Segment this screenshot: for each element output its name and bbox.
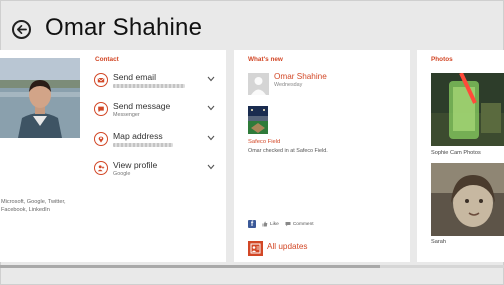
scrollbar-thumb[interactable]: [0, 265, 380, 268]
all-updates-button[interactable]: All updates: [234, 236, 410, 262]
facebook-icon: f: [248, 220, 256, 228]
post-day: Wednesday: [274, 82, 303, 88]
send-email-item[interactable]: Send email: [94, 71, 220, 95]
address-redacted: [113, 143, 173, 147]
map-pin-icon: [94, 132, 108, 146]
view-profile-label: View profile: [113, 160, 158, 170]
chevron-down-icon[interactable]: [207, 164, 215, 170]
send-message-label: Send message: [113, 101, 171, 111]
back-button[interactable]: [12, 20, 31, 39]
post-author-link[interactable]: Omar Shahine: [274, 72, 327, 81]
send-email-label: Send email: [113, 72, 156, 82]
comment-label: Comment: [292, 221, 314, 227]
checkin-text: Omar checked in at Safeco Field.: [248, 148, 328, 154]
photo-album-tile[interactable]: [431, 73, 504, 146]
album-caption: Sarah: [431, 239, 446, 245]
send-message-item[interactable]: Send message Messenger: [94, 100, 220, 124]
view-profile-sub: Google: [113, 171, 131, 177]
horizontal-scrollbar[interactable]: [0, 265, 504, 268]
like-button[interactable]: Like: [262, 221, 279, 227]
whats-new-section-title: What's new: [248, 56, 283, 63]
page-title: Omar Shahine: [45, 14, 203, 41]
album-caption: Sophie Cam Photos: [431, 150, 481, 156]
profile-photo[interactable]: [0, 58, 80, 138]
avatar[interactable]: [248, 73, 269, 95]
post-actions: f Like Comment: [248, 220, 314, 228]
profile-caption: Microsoft, Google, Twitter, Facebook, Li…: [1, 199, 66, 213]
message-icon: [94, 102, 108, 116]
comment-icon: [285, 222, 291, 227]
chevron-down-icon[interactable]: [207, 135, 215, 141]
view-profile-item[interactable]: View profile Google: [94, 159, 220, 183]
checkin-photo[interactable]: [248, 106, 268, 134]
like-label: Like: [270, 221, 279, 227]
photos-panel: Photos Sophie Cam Photos Sarah: [417, 50, 504, 262]
back-arrow-icon: [17, 25, 27, 34]
send-message-sub: Messenger: [113, 112, 140, 118]
map-address-item[interactable]: Map address: [94, 130, 220, 154]
chevron-down-icon[interactable]: [207, 105, 215, 111]
comment-button[interactable]: Comment: [285, 221, 314, 227]
email-address-redacted: [113, 84, 185, 88]
thumbs-up-icon: [262, 221, 268, 227]
mail-icon: [94, 73, 108, 87]
chevron-down-icon[interactable]: [207, 76, 215, 82]
photo-album-tile[interactable]: [431, 163, 504, 236]
updates-icon: [248, 241, 263, 256]
contact-panel: Microsoft, Google, Twitter, Facebook, Li…: [0, 50, 226, 262]
contact-section-title: Contact: [95, 56, 119, 63]
place-link[interactable]: Safeco Field: [248, 139, 280, 145]
whats-new-panel: What's new Omar Shahine Wednesday Safeco…: [234, 50, 410, 237]
all-updates-label: All updates: [267, 242, 308, 251]
map-address-label: Map address: [113, 131, 163, 141]
person-add-icon: [94, 161, 108, 175]
photos-section-title: Photos: [431, 56, 453, 63]
